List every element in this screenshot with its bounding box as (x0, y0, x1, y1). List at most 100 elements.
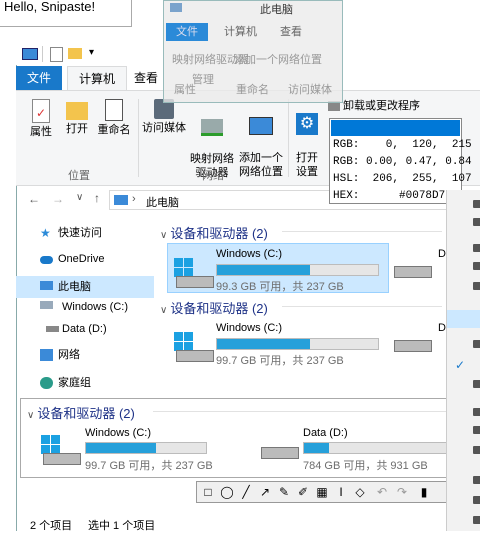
annotation-toolbar: □ ◯ ╱ ↗ ✎ ✐ ▦ I ◇ ↶ ↷ ▮ (196, 481, 449, 503)
windows-drive-icon (40, 301, 53, 309)
section-divider (282, 306, 442, 307)
menu-item[interactable] (473, 244, 480, 252)
ghost-folder-icon (170, 3, 182, 12)
nav-network[interactable]: 网络 (16, 344, 154, 366)
text-tool-icon[interactable]: I (332, 484, 350, 500)
cloud-icon (40, 256, 53, 264)
nav-quick-access[interactable]: ★ 快速访问 (16, 222, 154, 244)
drive-usage-bar (216, 338, 379, 350)
drive-c-tile: Windows (C:) 99.7 GB 可用，共 237 GB (35, 425, 255, 473)
drive-icon (394, 340, 432, 352)
drive-name: Windows (C:) (85, 427, 152, 439)
drive-d-tile-partial[interactable]: D (390, 318, 446, 366)
menu-item[interactable] (473, 262, 480, 270)
ghost-add-location-label: 添加一个网络位置 (234, 54, 322, 66)
computer-icon (22, 48, 38, 60)
ellipse-tool-icon[interactable]: ◯ (218, 484, 236, 500)
add-location-button[interactable]: 添加一个 网络位置 (236, 99, 286, 179)
drive-c-tile[interactable]: Windows (C:) 99.3 GB 可用，共 237 GB (167, 243, 389, 293)
menu-item[interactable] (473, 218, 480, 226)
section-header[interactable]: ∨ 设备和驱动器 (2) (160, 223, 450, 242)
customize-dropdown-icon[interactable]: ▾ (89, 47, 94, 58)
breadcrumb: 此电脑 (146, 197, 179, 209)
menu-item[interactable] (473, 496, 480, 504)
rename-icon (105, 99, 123, 121)
drive-usage-fill (304, 443, 330, 453)
add-location-label: 添加一个 网络位置 (239, 152, 283, 178)
nav-this-pc[interactable]: 此电脑 (16, 276, 154, 298)
nav-label: 快速访问 (58, 227, 102, 239)
nav-drive-c[interactable]: Windows (C:) (16, 296, 154, 318)
mosaic-tool-icon[interactable]: ▦ (313, 484, 331, 500)
recent-dropdown-icon[interactable]: ∨ (76, 192, 83, 203)
open-settings-label: 打开 设置 (296, 152, 318, 178)
nav-homegroup[interactable]: 家庭组 (16, 372, 154, 394)
access-media-button[interactable]: 访问媒体 (142, 99, 186, 135)
gear-icon: ⚙ (296, 113, 318, 135)
menu-item[interactable] (473, 408, 480, 416)
open-settings-button[interactable]: ⚙ 打开 设置 (292, 99, 322, 179)
marker-tool-icon[interactable]: ✐ (294, 484, 312, 500)
redo-icon[interactable]: ↷ (393, 484, 411, 500)
forward-arrow-icon[interactable]: → (52, 192, 64, 206)
status-bar: 2 个项目 选中 1 个项目 (16, 514, 480, 532)
uninstall-label: 卸载或更改程序 (343, 100, 420, 112)
tab-computer[interactable]: 计算机 (67, 66, 128, 91)
tab-file[interactable]: 文件 (16, 66, 63, 90)
ghost-title: 此电脑 (260, 4, 293, 16)
save-icon[interactable]: ▮ (415, 484, 433, 500)
rename-button[interactable]: 重命名 (96, 99, 132, 137)
section-header[interactable]: ∨ 设备和驱动器 (2) (160, 298, 450, 317)
menu-item-highlighted[interactable] (447, 310, 480, 328)
line-tool-icon[interactable]: ╱ (237, 484, 255, 500)
open-folder-icon (66, 102, 88, 120)
menu-item[interactable] (473, 446, 480, 454)
properties-button[interactable]: ✓ 属性 (24, 99, 58, 139)
ribbon-separator (138, 99, 139, 177)
windows-drive-icon (174, 332, 214, 362)
drive-d-tile: Data (D:) 784 GB 可用，共 931 GB (257, 425, 463, 473)
open-button[interactable]: 打开 (64, 99, 90, 136)
drive-size: 784 GB 可用，共 931 GB (303, 460, 428, 472)
menu-item[interactable] (473, 476, 480, 484)
rename-label: 重命名 (97, 124, 131, 136)
nav-onedrive[interactable]: OneDrive (16, 248, 154, 270)
nav-label: Data (D:) (62, 323, 107, 335)
drive-usage-bar (216, 264, 379, 276)
checkmark-icon: ✓ (455, 358, 466, 372)
menu-item[interactable] (473, 380, 480, 388)
undo-icon[interactable]: ↶ (373, 484, 391, 500)
drive-letter-partial: D (438, 248, 446, 260)
menu-item[interactable] (473, 282, 480, 290)
context-menu-partial: ✓ (446, 190, 480, 531)
drive-icon (261, 447, 299, 459)
eraser-tool-icon[interactable]: ◇ (351, 484, 369, 500)
menu-item[interactable] (473, 340, 480, 348)
drive-usage-fill (217, 265, 311, 275)
group-network: 网络 (202, 170, 224, 182)
nav-drive-d[interactable]: Data (D:) (16, 318, 154, 340)
pinned-snip-devices[interactable]: ∨ 设备和驱动器 (2) Windows (C:) 99.7 GB 可用，共 23… (20, 398, 468, 478)
menu-item[interactable] (473, 426, 480, 434)
rectangle-tool-icon[interactable]: □ (199, 484, 217, 500)
arrow-tool-icon[interactable]: ↗ (256, 484, 274, 500)
drive-usage-bar (85, 442, 207, 454)
drive-letter-partial: D (438, 322, 446, 334)
drive-c-tile[interactable]: Windows (C:) 99.7 GB 可用，共 237 GB (168, 318, 388, 367)
drive-d-tile-partial[interactable]: D (390, 244, 446, 292)
access-media-label: 访问媒体 (142, 122, 186, 134)
chevron-down-icon: ∨ (160, 230, 168, 241)
folder-quick-icon[interactable] (68, 48, 82, 59)
rgb-int-readout: RGB: 0, 120, 215 (333, 139, 472, 151)
hello-snip[interactable]: Hello, Snipaste! (0, 0, 132, 27)
properties-quick-icon[interactable] (50, 47, 63, 62)
nav-label: 网络 (58, 349, 80, 361)
hex-readout: HEX: #0078D7 (333, 190, 446, 202)
back-arrow-icon[interactable]: ← (28, 192, 40, 206)
menu-item[interactable] (473, 200, 480, 208)
up-arrow-icon[interactable]: ↑ (94, 191, 100, 205)
drive-size: 99.7 GB 可用，共 237 GB (85, 460, 213, 472)
pinned-snip-overlay[interactable]: 此电脑 文件 计算机 查看 映射网络驱动器 添加一个网络位置 属性 管理 重命名… (163, 0, 343, 103)
ribbon-separator (288, 99, 289, 177)
pencil-tool-icon[interactable]: ✎ (275, 484, 293, 500)
